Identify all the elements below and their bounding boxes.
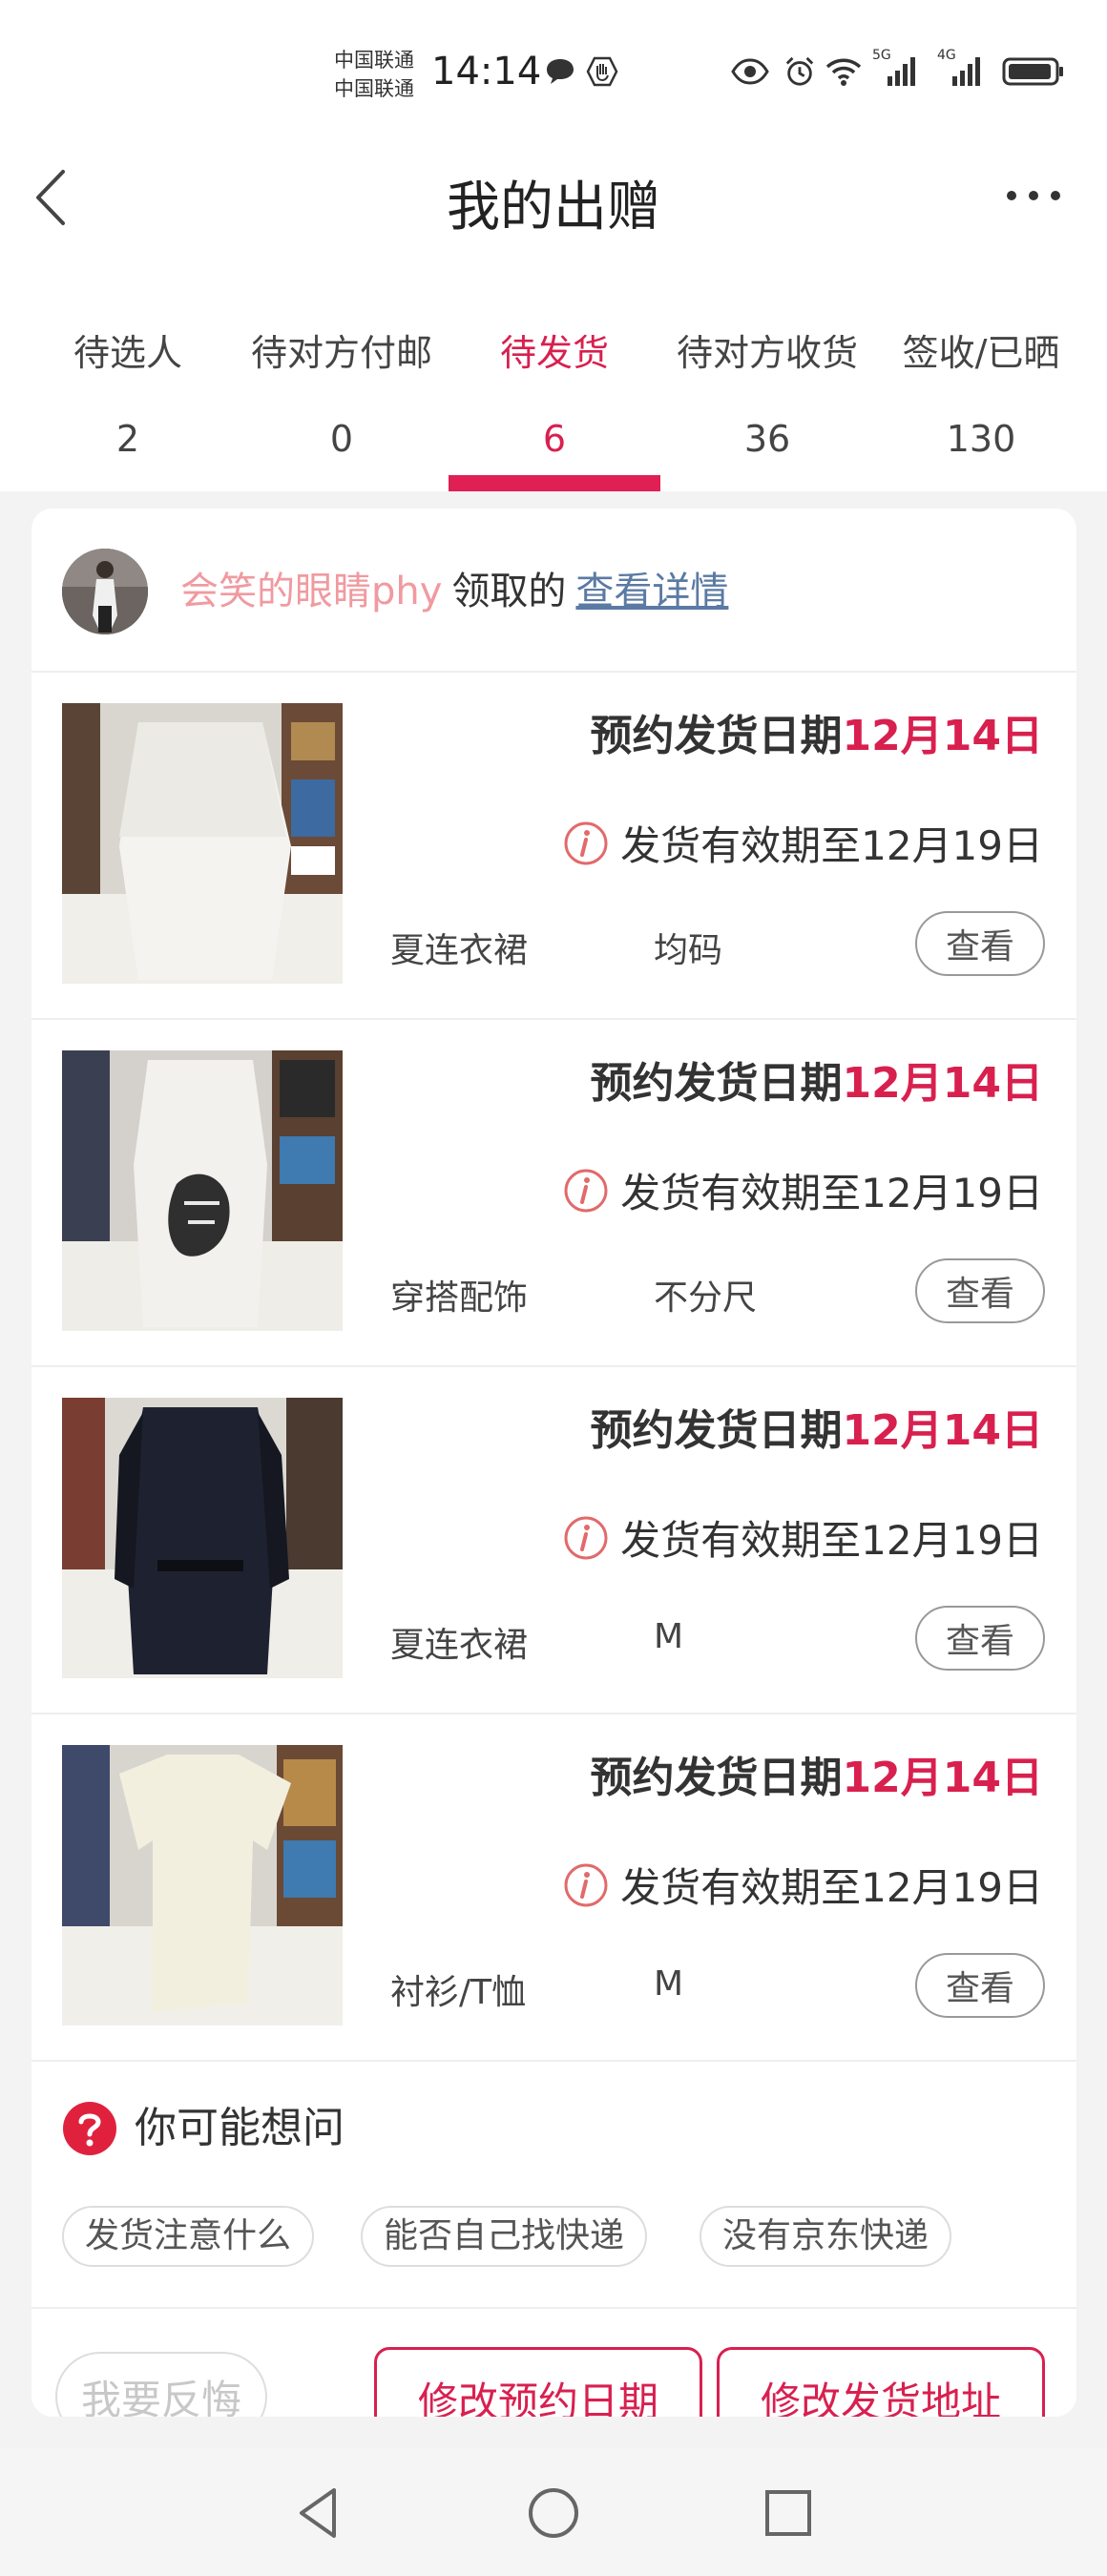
item-photo[interactable] — [62, 1050, 343, 1331]
more-options-icon[interactable] — [1002, 181, 1069, 210]
ship-date-value: 12月14日 — [842, 1059, 1043, 1108]
scheduled-ship-date: 预约发货日期12月14日 — [591, 1743, 1043, 1804]
info-icon — [564, 1863, 608, 1906]
validity-text: 发货有效期至12月19日 — [620, 1864, 1043, 1911]
nav-home-icon[interactable] — [525, 2484, 582, 2542]
item-size: 不分尺 — [654, 1278, 758, 1318]
receiver-name[interactable]: 会笑的眼睛phy — [180, 570, 442, 613]
avatar[interactable] — [62, 549, 148, 634]
item-category: 夏连衣裙 — [390, 1626, 529, 1665]
item-size: M — [654, 1964, 684, 2004]
ship-date-label: 预约发货日期 — [590, 1059, 843, 1108]
change-date-button[interactable]: 修改预约日期 — [374, 2347, 702, 2417]
item-photo[interactable] — [62, 703, 343, 984]
status-tabs: 待选人 2 待对方付邮 0 待发货 6 待对方收货 36 签收/已晒 130 — [0, 248, 1107, 491]
tab-received-shared[interactable]: 签收/已晒 130 — [870, 324, 1092, 491]
regret-button[interactable]: 我要反悔 — [55, 2352, 267, 2417]
faq-title: 你可能想问 — [135, 2104, 345, 2152]
item-category: 夏连衣裙 — [390, 931, 529, 970]
action-bar: 我要反悔 修改预约日期 修改发货地址 — [31, 2311, 1076, 2417]
tab-count: 130 — [946, 418, 1016, 460]
ship-date-value: 12月14日 — [842, 1406, 1043, 1455]
tab-pending-postage[interactable]: 待对方付邮 0 — [231, 324, 452, 491]
faq-chip-own-courier[interactable]: 能否自己找快递 — [361, 2206, 648, 2267]
faq-section: 你可能想问 发货注意什么 能否自己找快递 没有京东快递 — [31, 2063, 1076, 2309]
view-button[interactable]: 查看 — [915, 1606, 1045, 1671]
tab-count: 2 — [115, 418, 140, 460]
tab-label: 待选人 — [73, 332, 182, 374]
app-header: 我的出赠 — [0, 143, 1107, 248]
hand-icon — [586, 56, 618, 87]
faq-chip-no-jd-express[interactable]: 没有京东快递 — [700, 2206, 952, 2267]
change-address-button[interactable]: 修改发货地址 — [717, 2347, 1045, 2417]
info-icon — [564, 1169, 608, 1212]
tab-label: 待对方付邮 — [250, 332, 432, 374]
alarm-icon — [785, 56, 814, 86]
scheduled-ship-date: 预约发货日期12月14日 — [591, 1396, 1043, 1457]
carrier-1: 中国联通 — [334, 49, 414, 72]
message-icon — [547, 59, 574, 84]
tab-pending-receipt[interactable]: 待对方收货 36 — [657, 324, 878, 491]
ship-date-label: 预约发货日期 — [590, 1406, 843, 1455]
ship-validity: 发货有效期至12月19日 — [563, 1856, 1043, 1914]
ship-validity: 发货有效期至12月19日 — [563, 1161, 1043, 1219]
item-category: 衬衫/T恤 — [390, 1973, 527, 2012]
scheduled-ship-date: 预约发货日期12月14日 — [591, 701, 1043, 762]
tab-pending-selection[interactable]: 待选人 2 — [17, 324, 239, 491]
question-icon — [63, 2102, 116, 2155]
list-item[interactable]: 预约发货日期12月14日 发货有效期至12月19日 穿搭配饰 不分尺 查看 — [31, 1020, 1076, 1367]
gift-order-card: 会笑的眼睛phy 领取的 查看详情 预约发货日期12月14日 发货有效期至12月… — [31, 509, 1076, 2417]
signal-4g-icon: 4G — [937, 48, 989, 90]
battery-icon — [1002, 57, 1063, 86]
signal-5g-icon: 5G — [872, 48, 924, 90]
ship-date-value: 12月14日 — [842, 712, 1043, 760]
item-size: 均码 — [654, 931, 723, 970]
page-title: 我的出赠 — [447, 177, 660, 239]
view-button[interactable]: 查看 — [915, 911, 1045, 976]
validity-text: 发货有效期至12月19日 — [620, 1170, 1043, 1216]
view-button[interactable]: 查看 — [915, 1953, 1045, 2018]
eye-icon — [731, 58, 769, 85]
info-icon — [564, 1516, 608, 1559]
tab-label: 待发货 — [499, 332, 609, 374]
faq-chip-shipping-notes[interactable]: 发货注意什么 — [62, 2206, 315, 2267]
tab-count: 6 — [542, 418, 567, 460]
item-size: M — [654, 1617, 684, 1656]
view-details-link[interactable]: 查看详情 — [575, 570, 728, 613]
ship-validity: 发货有效期至12月19日 — [563, 1508, 1043, 1567]
tab-count: 36 — [743, 418, 791, 460]
carrier-labels: 中国联通 中国联通 — [334, 46, 414, 103]
view-button[interactable]: 查看 — [915, 1258, 1045, 1323]
ship-date-label: 预约发货日期 — [590, 1754, 843, 1802]
carrier-2: 中国联通 — [334, 77, 414, 100]
tab-count: 0 — [329, 418, 354, 460]
list-item[interactable]: 预约发货日期12月14日 发货有效期至12月19日 衬衫/T恤 M 查看 — [31, 1714, 1076, 2062]
active-tab-indicator — [449, 475, 660, 491]
validity-text: 发货有效期至12月19日 — [620, 822, 1043, 869]
nav-recents-icon[interactable] — [760, 2484, 817, 2542]
nav-back-icon[interactable] — [290, 2484, 347, 2542]
validity-text: 发货有效期至12月19日 — [620, 1517, 1043, 1564]
ship-date-label: 预约发货日期 — [590, 712, 843, 760]
list-item[interactable]: 预约发货日期12月14日 发货有效期至12月19日 夏连衣裙 均码 查看 — [31, 673, 1076, 1020]
scheduled-ship-date: 预约发货日期12月14日 — [591, 1049, 1043, 1110]
receiver-text: 会笑的眼睛phy 领取的 查看详情 — [180, 558, 728, 625]
ship-validity: 发货有效期至12月19日 — [563, 814, 1043, 872]
receiver-row: 会笑的眼睛phy 领取的 查看详情 — [31, 509, 1076, 673]
system-nav-bar — [0, 2448, 1107, 2576]
tab-label: 待对方收货 — [676, 332, 858, 374]
item-photo[interactable] — [62, 1398, 343, 1678]
tab-label: 签收/已晒 — [902, 332, 1060, 374]
list-item[interactable]: 预约发货日期12月14日 发货有效期至12月19日 夏连衣裙 M 查看 — [31, 1367, 1076, 1714]
tab-pending-shipment[interactable]: 待发货 6 — [444, 324, 665, 491]
item-category: 穿搭配饰 — [390, 1278, 529, 1318]
item-photo[interactable] — [62, 1745, 343, 2025]
info-icon — [564, 821, 608, 864]
ship-date-value: 12月14日 — [842, 1754, 1043, 1802]
status-bar: 中国联通 中国联通 14:14 5G 4G — [0, 0, 1107, 143]
wifi-icon — [825, 58, 862, 86]
clock: 14:14 — [431, 50, 542, 93]
receiver-suffix: 领取的 — [451, 570, 567, 613]
